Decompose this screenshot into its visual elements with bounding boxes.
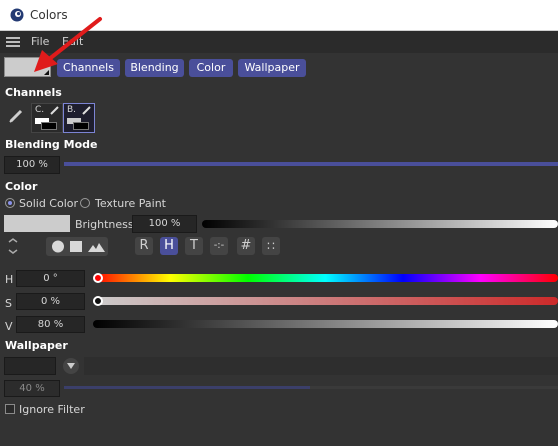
v-label: V — [5, 320, 13, 333]
s-value-field[interactable]: 0 % — [16, 293, 85, 310]
hue-slider-handle[interactable] — [93, 273, 103, 283]
ignore-filter-label: Ignore Filter — [19, 403, 85, 416]
hue-slider[interactable] — [93, 274, 558, 282]
wallpaper-source-field[interactable] — [4, 357, 56, 375]
wallpaper-opacity-slider[interactable] — [64, 386, 310, 389]
brightness-slider[interactable] — [202, 220, 558, 228]
chevron-down-icon — [67, 363, 75, 369]
section-blending-label: Blending Mode — [5, 138, 98, 151]
v-value-field[interactable]: 80 % — [16, 316, 85, 333]
brush-icon[interactable] — [8, 108, 24, 124]
mode-button-rgb[interactable]: R — [135, 237, 153, 255]
hamburger-menu-icon[interactable] — [6, 36, 20, 48]
wallpaper-opacity-track-rest — [310, 386, 558, 389]
blending-value-field[interactable]: 100 % — [4, 156, 60, 174]
mode-button-temperature[interactable]: T — [185, 237, 203, 255]
radio-solid-color[interactable] — [5, 198, 15, 208]
channel-thumb-c[interactable]: C. — [31, 103, 63, 133]
radio-texture-paint[interactable] — [80, 198, 90, 208]
shape-selector[interactable] — [46, 237, 108, 256]
mode-button-hsv[interactable]: H — [160, 237, 178, 255]
saturation-slider-handle[interactable] — [93, 296, 103, 306]
mode-button-hex[interactable]: # — [237, 237, 255, 255]
section-wallpaper-label: Wallpaper — [5, 339, 68, 352]
wallpaper-dropdown-button[interactable] — [63, 358, 79, 374]
channel-label: C. — [35, 105, 45, 115]
value-slider[interactable] — [93, 320, 558, 328]
section-channels-label: Channels — [5, 86, 62, 99]
wallpaper-preview-strip — [84, 357, 558, 375]
brightness-value-field[interactable]: 100 % — [132, 215, 197, 233]
tab-color[interactable]: Color — [189, 59, 233, 77]
blending-slider[interactable] — [64, 162, 558, 166]
saturation-slider[interactable] — [93, 297, 558, 305]
color-preview-swatch[interactable] — [4, 215, 70, 232]
channel-thumb-b[interactable]: B. — [63, 103, 95, 133]
channel-color-black — [41, 122, 57, 130]
h-value-field[interactable]: 0 ° — [16, 270, 85, 287]
mode-button-swatches[interactable]: ∷ — [262, 237, 280, 255]
tab-wallpaper[interactable]: Wallpaper — [238, 59, 306, 77]
tab-blending[interactable]: Blending — [125, 59, 184, 77]
pencil-icon[interactable] — [81, 105, 92, 116]
texture-paint-label: Texture Paint — [95, 197, 166, 210]
s-label: S — [5, 297, 12, 310]
cinema4d-logo-icon — [10, 8, 24, 22]
section-color-label: Color — [5, 180, 38, 193]
channel-color-black — [73, 122, 89, 130]
brightness-label: Brightness — [75, 218, 134, 231]
shape-icons — [52, 240, 105, 253]
wallpaper-opacity-field[interactable]: 40 % — [4, 380, 60, 397]
collapse-chevron-icon[interactable] — [8, 238, 18, 254]
channel-label: B. — [67, 105, 77, 115]
mode-button-mixer[interactable]: -:- — [210, 237, 228, 255]
pencil-icon[interactable] — [49, 105, 60, 116]
h-label: H — [5, 273, 14, 286]
solid-color-label: Solid Color — [19, 197, 79, 210]
annotation-arrow-icon — [34, 17, 102, 72]
ignore-filter-checkbox[interactable] — [5, 404, 15, 414]
